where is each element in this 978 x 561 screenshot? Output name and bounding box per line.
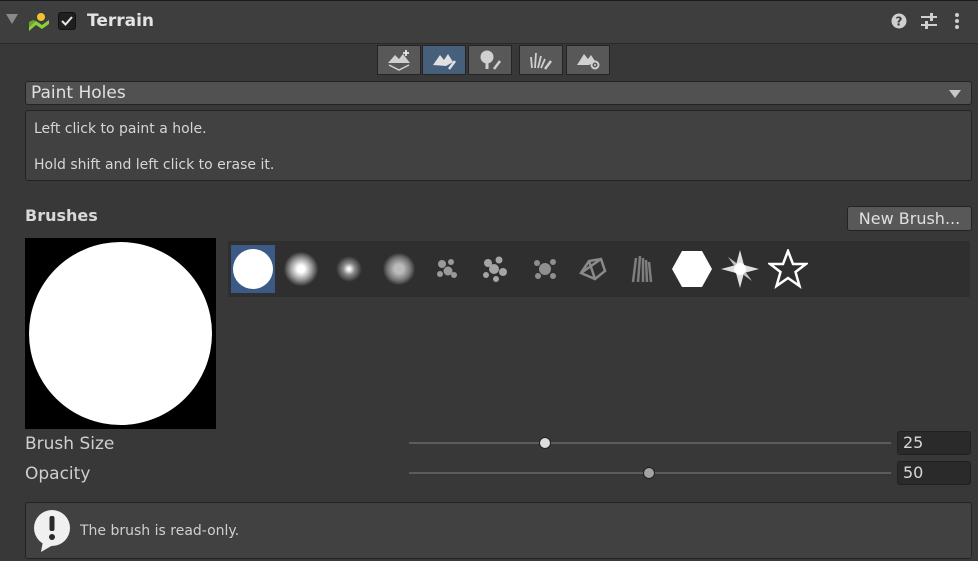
brush-item-small-soft[interactable] bbox=[327, 245, 371, 293]
info-message: The brush is read-only. bbox=[80, 523, 240, 539]
brush-item-starburst[interactable] bbox=[718, 245, 762, 293]
tool-terrain-settings[interactable] bbox=[566, 45, 610, 75]
svg-text:?: ? bbox=[896, 15, 903, 29]
brush-size-slider-thumb[interactable] bbox=[539, 437, 551, 449]
chevron-down-icon bbox=[949, 90, 961, 98]
info-box: The brush is read-only. bbox=[25, 502, 972, 559]
help-box: Left click to paint a hole. Hold shift a… bbox=[25, 110, 972, 181]
enabled-checkbox[interactable] bbox=[58, 12, 76, 30]
foldout-arrow-icon[interactable] bbox=[6, 14, 18, 24]
new-brush-button[interactable]: New Brush... bbox=[847, 206, 972, 231]
terrain-gear-icon bbox=[577, 54, 600, 70]
brush-item-splat[interactable] bbox=[425, 245, 469, 293]
brush-size-label: Brush Size bbox=[25, 434, 115, 454]
warning-bubble-icon bbox=[33, 509, 73, 553]
terrain-icon bbox=[28, 12, 50, 32]
brush-size-slider-track[interactable] bbox=[409, 442, 891, 444]
tree-brush-icon bbox=[480, 50, 501, 70]
help-icon[interactable]: ? bbox=[891, 13, 907, 29]
brush-item-hexagon[interactable] bbox=[670, 245, 714, 293]
brush-item-web[interactable] bbox=[571, 245, 615, 293]
tool-create-neighbor-terrains[interactable] bbox=[377, 45, 421, 75]
brush-list bbox=[228, 241, 970, 297]
terrain-add-icon bbox=[388, 50, 410, 71]
brushes-heading: Brushes bbox=[25, 206, 98, 225]
opacity-slider-thumb[interactable] bbox=[643, 467, 655, 479]
help-text-line: Left click to paint a hole. bbox=[34, 121, 207, 137]
brush-item-scatter[interactable] bbox=[523, 245, 567, 293]
tool-paint-details[interactable] bbox=[519, 45, 563, 75]
help-text-line: Hold shift and left click to erase it. bbox=[34, 157, 275, 173]
tool-paint-trees[interactable] bbox=[468, 45, 512, 75]
brush-item-noise[interactable] bbox=[377, 245, 421, 293]
brush-item-splat-large[interactable] bbox=[473, 245, 517, 293]
paint-mode-dropdown[interactable]: Paint Holes bbox=[25, 81, 972, 105]
brush-size-field[interactable]: 25 bbox=[897, 431, 971, 455]
brush-preview bbox=[25, 238, 216, 429]
brush-item-streaks[interactable] bbox=[620, 245, 664, 293]
terrain-brush-icon bbox=[433, 54, 456, 70]
component-title: Terrain bbox=[87, 11, 155, 31]
preset-icon[interactable] bbox=[920, 13, 938, 29]
tool-paint-terrain[interactable] bbox=[422, 45, 466, 75]
brush-item-star-outline[interactable] bbox=[766, 245, 810, 293]
opacity-label: Opacity bbox=[25, 464, 91, 484]
brush-item-hard-circle[interactable] bbox=[231, 245, 275, 293]
brush-item-soft-circle[interactable] bbox=[279, 245, 323, 293]
more-menu-icon[interactable] bbox=[954, 12, 960, 30]
grass-brush-icon bbox=[530, 52, 552, 70]
dropdown-selected-value: Paint Holes bbox=[31, 83, 126, 103]
opacity-field[interactable]: 50 bbox=[897, 461, 971, 485]
